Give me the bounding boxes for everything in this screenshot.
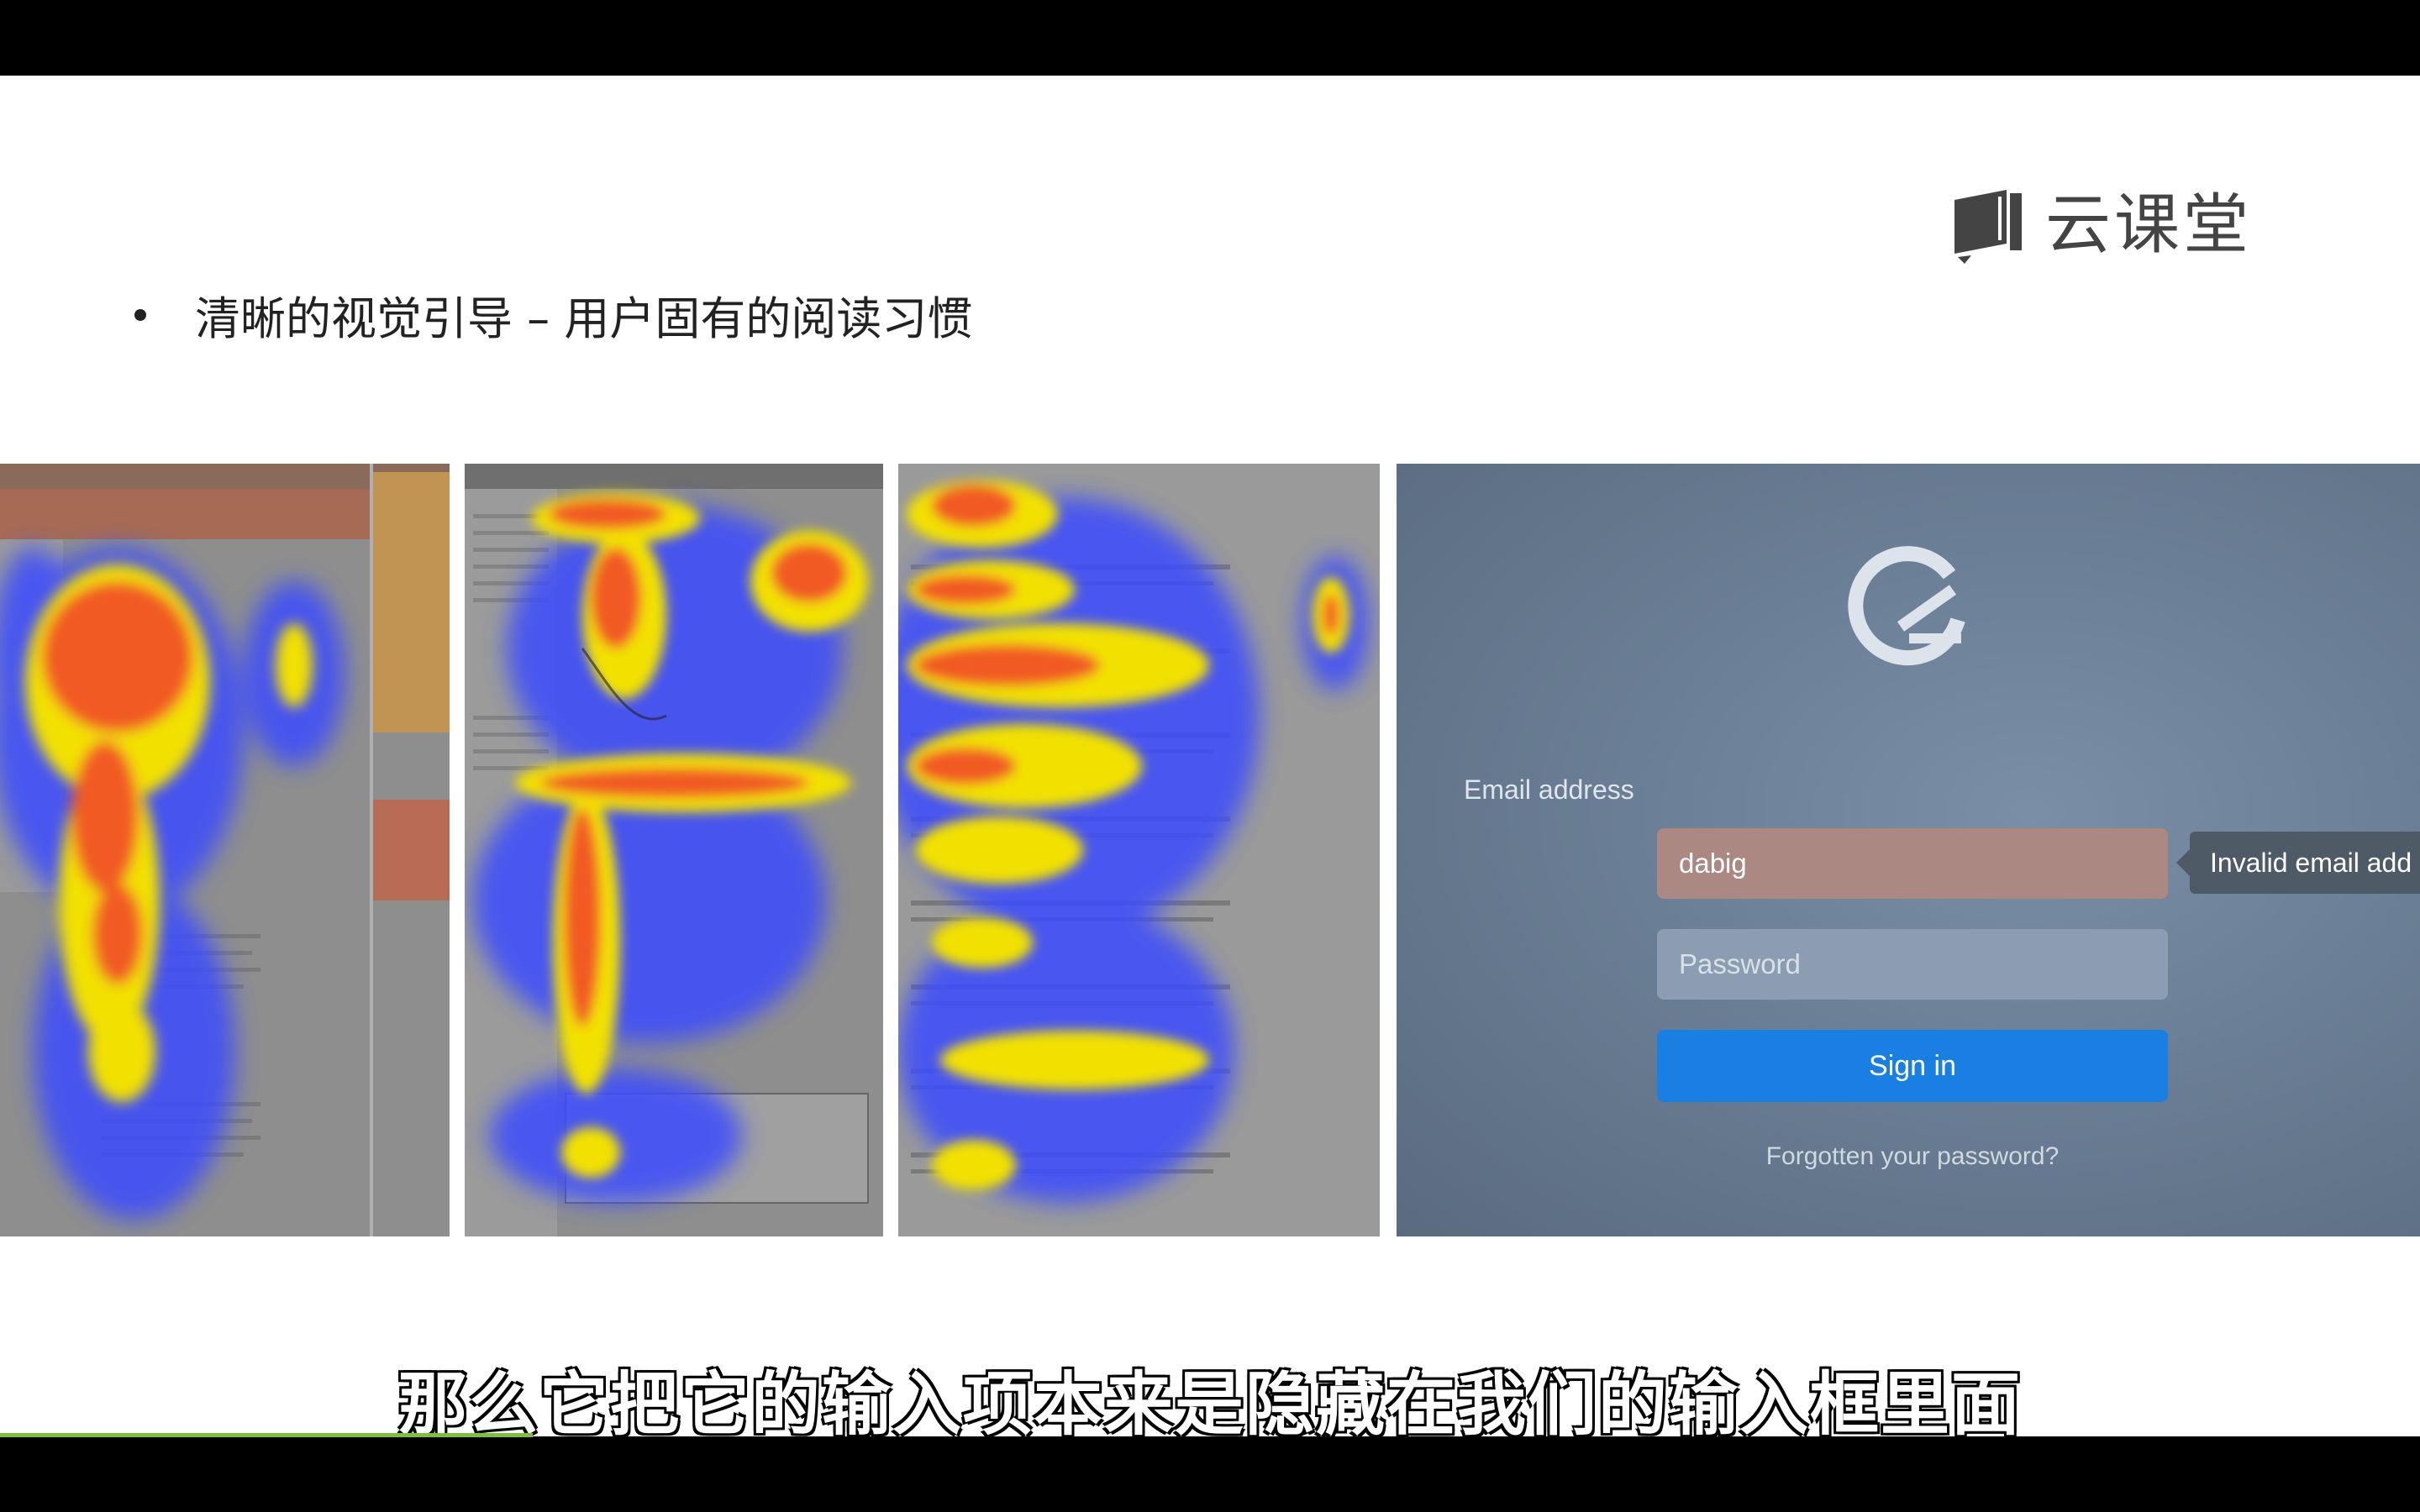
bullet-text: 清晰的视觉引导 – 用户固有的阅读习惯 <box>195 292 973 345</box>
book-icon <box>1954 190 2022 264</box>
login-form-example: Email address dabig Invalid email add Pa… <box>1397 464 2420 1236</box>
heatmap-image <box>0 464 450 1236</box>
heatmap-website-2 <box>465 464 883 1236</box>
email-value: dabig <box>1679 848 1747 879</box>
slide: 云课堂 清晰的视觉引导 – 用户固有的阅读习惯 Email address da… <box>0 76 2420 1436</box>
email-field[interactable]: dabig <box>1657 828 2168 899</box>
error-tooltip-text: Invalid email add <box>2210 847 2412 878</box>
brand-name: 云课堂 <box>2045 187 2253 263</box>
heatmap-image <box>898 464 1380 1236</box>
brand-logo: 云课堂 <box>1948 185 2252 265</box>
video-progress-bar[interactable] <box>0 1433 533 1437</box>
sign-in-button[interactable]: Sign in <box>1657 1030 2168 1102</box>
email-label: Email address <box>1464 774 1634 805</box>
password-placeholder: Password <box>1679 948 1801 979</box>
forgot-password-link[interactable]: Forgotten your password? <box>1657 1142 2168 1171</box>
brand-circle-icon <box>1848 546 1965 666</box>
bullet-dot <box>134 308 146 321</box>
heatmap-image <box>465 464 883 1236</box>
sign-in-label: Sign in <box>1869 1049 1956 1082</box>
password-field[interactable]: Password <box>1657 929 2168 1000</box>
bullet-point: 清晰的视觉引导 – 用户固有的阅读习惯 <box>134 281 972 348</box>
error-tooltip: Invalid email add <box>2176 832 2420 894</box>
heatmap-google-search <box>898 464 1380 1236</box>
heatmap-website-1 <box>0 464 450 1236</box>
